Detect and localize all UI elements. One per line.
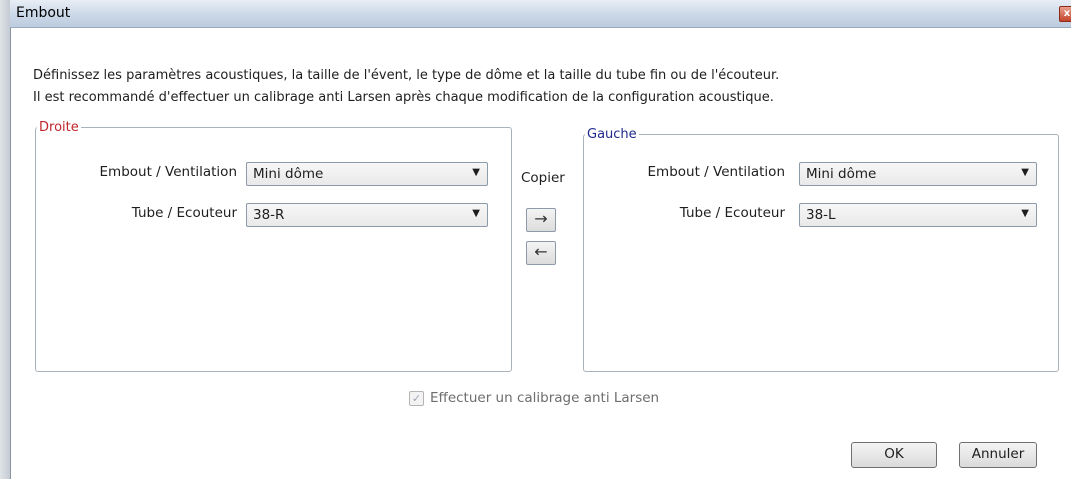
left-tube-dropdown[interactable]: 38-L ▼ (799, 203, 1037, 227)
cancel-button[interactable]: Annuler (959, 442, 1037, 468)
window-left-border (0, 0, 11, 479)
chevron-down-icon: ▼ (472, 167, 480, 178)
calibration-label: Effectuer un calibrage anti Larsen (430, 390, 660, 406)
right-tube-dropdown[interactable]: 38-R ▼ (246, 203, 488, 227)
right-ear-legend: Droite (39, 120, 79, 135)
right-tube-value: 38-R (253, 207, 285, 223)
chevron-down-icon: ▼ (1021, 208, 1029, 219)
copy-left-to-right-button[interactable]: ← (526, 241, 556, 265)
calibration-option[interactable]: ✓ Effectuer un calibrage anti Larsen (409, 390, 659, 406)
chevron-down-icon: ▼ (1021, 167, 1029, 178)
window-title: Embout (16, 5, 71, 21)
copy-right-to-left-button[interactable]: → (526, 208, 556, 232)
calibration-checkbox[interactable]: ✓ (409, 390, 424, 406)
right-embout-label: Embout / Ventilation (99, 164, 237, 180)
right-embout-dropdown[interactable]: Mini dôme ▼ (246, 162, 488, 186)
left-embout-dropdown[interactable]: Mini dôme ▼ (799, 162, 1037, 186)
arrow-left-icon: ← (534, 242, 548, 261)
right-embout-value: Mini dôme (253, 166, 324, 182)
right-ear-group: Droite (35, 120, 512, 372)
ok-button[interactable]: OK (851, 442, 937, 468)
arrow-right-icon: → (534, 209, 548, 228)
left-tube-label: Tube / Ecouteur (679, 205, 785, 221)
chevron-down-icon: ▼ (472, 208, 480, 219)
copy-label: Copier (521, 170, 565, 186)
left-ear-legend: Gauche (587, 127, 637, 142)
left-embout-value: Mini dôme (806, 166, 877, 182)
dialog-content: Définissez les paramètres acoustiques, l… (11, 28, 1071, 479)
left-embout-label: Embout / Ventilation (647, 164, 785, 180)
title-bar[interactable]: Embout x (10, 0, 1071, 28)
close-icon[interactable]: x (1059, 6, 1071, 22)
description-line-2: Il est recommandé d'effectuer un calibra… (33, 90, 774, 105)
left-tube-value: 38-L (806, 207, 836, 223)
description-line-1: Définissez les paramètres acoustiques, l… (33, 68, 780, 83)
right-tube-label: Tube / Ecouteur (131, 205, 237, 221)
